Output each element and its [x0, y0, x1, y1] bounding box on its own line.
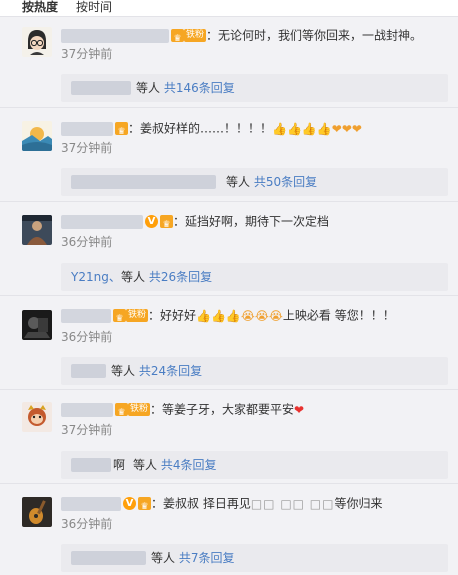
avatar-monkey-icon [22, 402, 52, 432]
replies-count-link[interactable]: 共26条回复 [149, 270, 212, 284]
comment-divider [0, 295, 458, 296]
crown-badge-icon: ♛ [171, 29, 184, 44]
comment-text: ：姜叔好样的……！！！！ [128, 121, 273, 136]
avatar[interactable] [22, 215, 52, 245]
reply-username [71, 551, 146, 565]
comment-text-continued: 等你归来 [334, 496, 383, 511]
avatar[interactable] [22, 121, 52, 151]
username[interactable] [61, 214, 143, 229]
replies-box[interactable]: Y21ng、 等人 共26条回复 [61, 263, 448, 291]
tab-sort-by-popularity[interactable]: 按热度 [22, 0, 58, 14]
username[interactable] [61, 121, 113, 136]
crown-badge-icon: ♛ [138, 497, 151, 512]
replies-count-link[interactable]: 共7条回复 [179, 551, 235, 565]
replies-label: 等人 [136, 81, 161, 95]
comment-content: ♛ ：姜叔好样的……！！！！👍👍👍👍❤❤❤ [61, 118, 451, 138]
reply-username[interactable]: Y21ng、 [71, 263, 121, 291]
avatar[interactable] [22, 310, 52, 340]
comment-divider [0, 483, 458, 484]
comment-divider [0, 201, 458, 202]
reply-username [71, 81, 131, 95]
emoji-thumbs-hearts: 👍👍👍👍❤❤❤ [272, 121, 362, 136]
comment-text: ：姜叔叔 择日再见 [151, 496, 251, 511]
replies-summary: 等人 共146条回复 [136, 74, 235, 102]
fan-badge: 铁粉 [126, 309, 149, 322]
comment-text: ：无论何时，我们等你回来，一战封神。 [206, 28, 423, 43]
crown-badge-icon: ♛ [115, 403, 128, 418]
replies-summary: 等人 共4条回复 [133, 451, 216, 479]
avatar[interactable] [22, 402, 52, 432]
replies-box[interactable]: 等人 共24条回复 [61, 357, 448, 385]
username[interactable] [61, 402, 113, 417]
comment-text: ：等姜子牙，大家都要平安 [150, 402, 295, 417]
comment-text-continued: 上映必看 等您！！！ [282, 308, 395, 323]
comment-time: 36分钟前 [61, 235, 113, 249]
comment-time: 37分钟前 [61, 423, 113, 437]
avatar[interactable] [22, 497, 52, 527]
replies-summary: 等人 共7条回复 [151, 544, 234, 572]
reply-username [71, 364, 106, 378]
comment-content: V ♛ ：延挡好啊，期待下一次定档 [61, 211, 451, 231]
replies-box[interactable]: 等人 共7条回复 [61, 544, 448, 572]
replies-label: 等人 [111, 364, 136, 378]
comment-time: 37分钟前 [61, 47, 113, 61]
replies-box[interactable]: 啊 等人 共4条回复 [61, 451, 448, 479]
replies-count-link[interactable]: 共24条回复 [139, 364, 202, 378]
replies-label: 等人 [121, 270, 146, 284]
crown-badge-icon: ♛ [115, 122, 128, 137]
avatar-landscape-icon [22, 121, 52, 151]
avatar-cartoon-icon [22, 27, 52, 57]
avatar-guitar-icon [22, 497, 52, 527]
replies-count-link[interactable]: 共50条回复 [254, 175, 317, 189]
avatar-dark-photo-icon [22, 310, 52, 340]
verified-v-icon: V [145, 215, 158, 228]
verified-v-icon: V [123, 497, 136, 510]
fan-badge: 铁粉 [184, 29, 207, 42]
unrendered-emoji-boxes: □□ □□ □□ [250, 496, 335, 511]
replies-label: 等人 [226, 175, 251, 189]
avatar-photo-icon [22, 215, 52, 245]
replies-label: 等人 [151, 551, 176, 565]
replies-label: 等人 [133, 458, 158, 472]
replies-count-link[interactable]: 共4条回复 [161, 458, 217, 472]
replies-count-link[interactable]: 共146条回复 [164, 81, 235, 95]
comment-feed: 按热度 按时间 ♛ 铁粉 ：无论何时，我们等你回来，一战封神。 37分钟前 等人 共… [0, 0, 458, 575]
crown-badge-icon: ♛ [160, 215, 173, 230]
reply-username [71, 458, 111, 472]
crown-badge-icon: ♛ [113, 309, 126, 324]
comment-time: 36分钟前 [61, 517, 113, 531]
comment-content: V ♛ ：姜叔叔 择日再见□□ □□ □□等你归来 [61, 493, 451, 513]
heart-emoji: ❤ [294, 402, 305, 417]
replies-summary: 等人 共24条回复 [111, 357, 202, 385]
reply-username-suffix: 啊 [113, 458, 126, 472]
username[interactable] [61, 308, 111, 323]
comment-content: ♛ 铁粉 ：等姜子牙，大家都要平安❤ [61, 399, 451, 419]
comment-text: ：好好好 [148, 308, 197, 323]
reply-username [71, 175, 216, 189]
comment-divider [0, 389, 458, 390]
username[interactable] [61, 496, 121, 511]
replies-box[interactable]: 等人 共50条回复 [61, 168, 448, 196]
comment-time: 37分钟前 [61, 141, 113, 155]
username[interactable] [61, 28, 169, 43]
emoji-thumbs-crying: 👍👍👍😭😭😭 [196, 308, 283, 323]
replies-summary: 等人 共26条回复 [121, 263, 212, 291]
comment-text: ：延挡好啊，期待下一次定档 [173, 214, 330, 229]
tab-sort-by-time[interactable]: 按时间 [76, 0, 112, 14]
sort-tabs: 按热度 按时间 [0, 0, 458, 16]
comment-content: ♛ 铁粉 ：好好好👍👍👍😭😭😭上映必看 等您！！！ [61, 305, 451, 325]
tab-divider [0, 16, 458, 17]
comment-time: 36分钟前 [61, 330, 113, 344]
fan-badge: 铁粉 [128, 403, 151, 416]
replies-summary: 等人 共50条回复 [226, 168, 317, 196]
comment-divider [0, 107, 458, 108]
comment-content: ♛ 铁粉 ：无论何时，我们等你回来，一战封神。 [61, 25, 451, 45]
replies-box[interactable]: 等人 共146条回复 [61, 74, 448, 102]
avatar[interactable] [22, 27, 52, 57]
